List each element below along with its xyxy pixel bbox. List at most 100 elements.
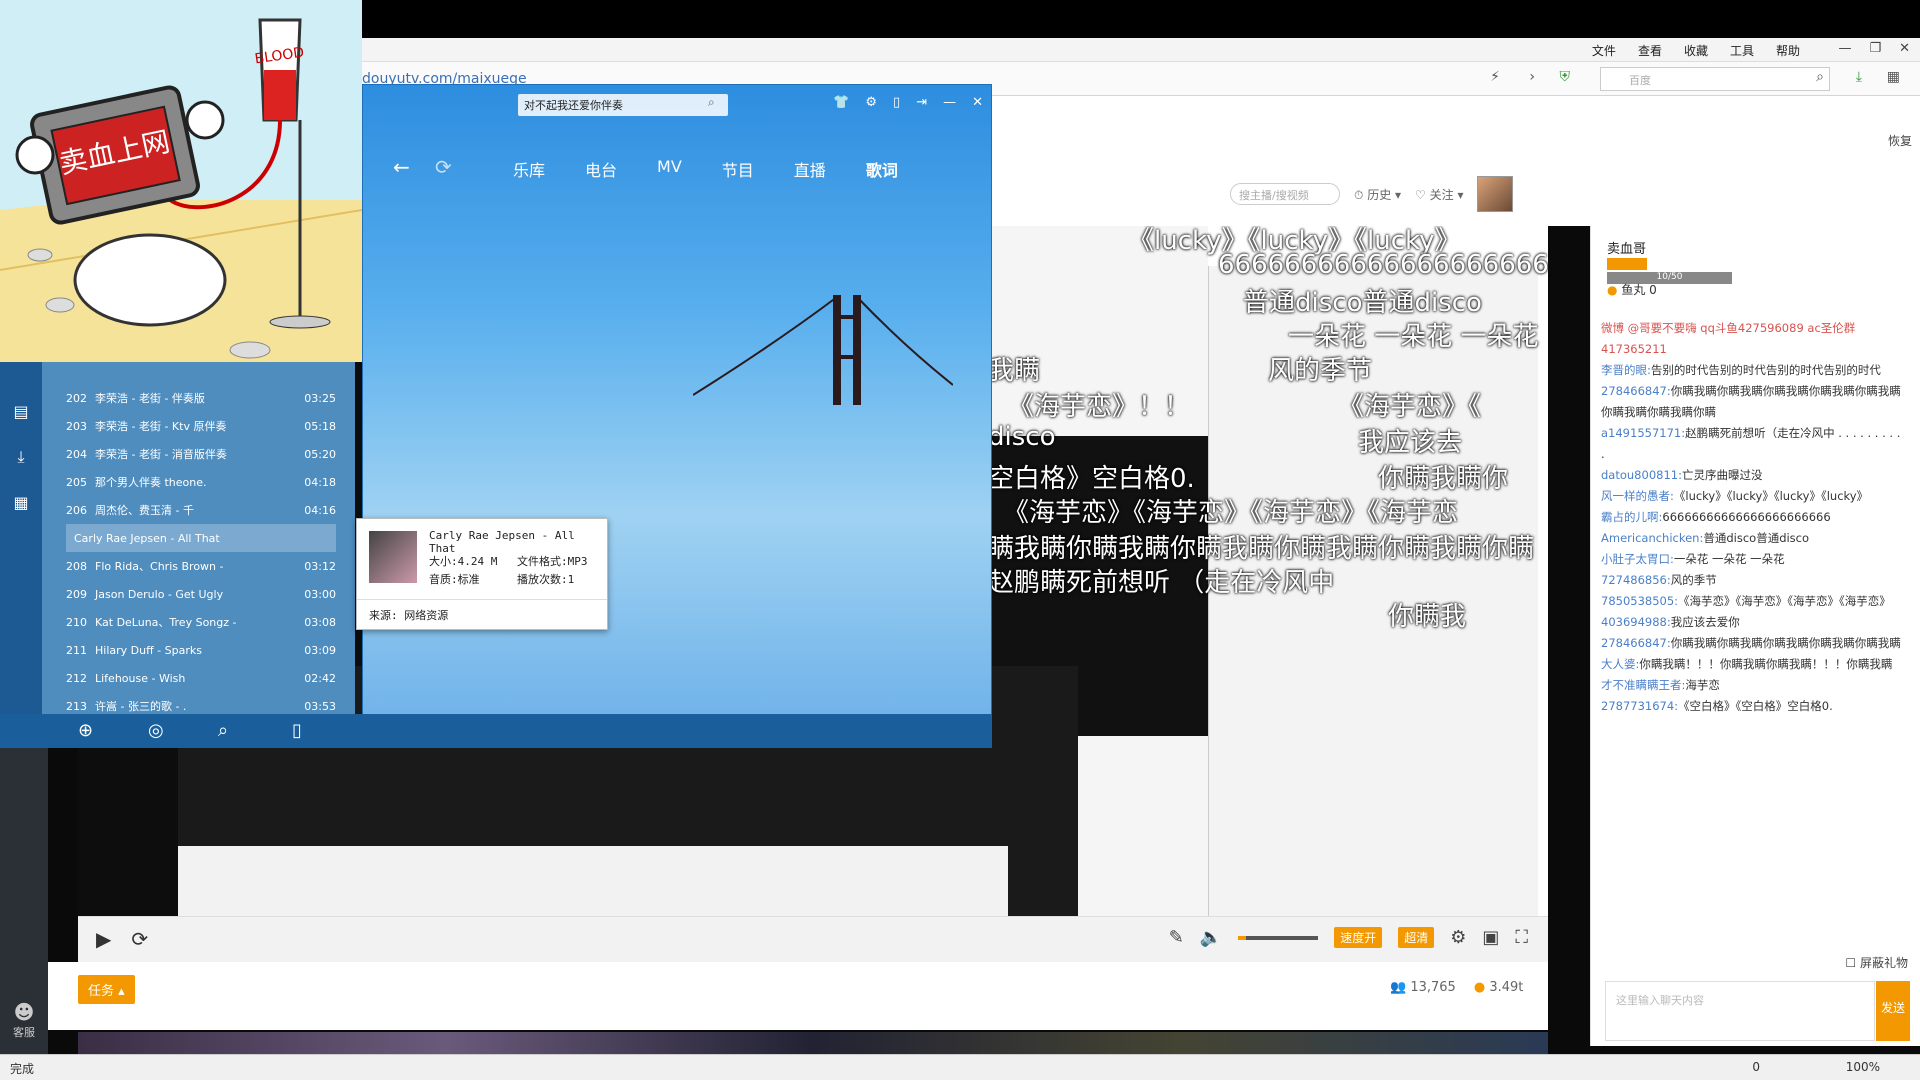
- calendar-icon[interactable]: ▤: [0, 402, 42, 421]
- download-icon[interactable]: ⤓: [1856, 69, 1862, 85]
- chat-message: Americanchicken:普通disco普通disco: [1601, 528, 1901, 549]
- chat-username[interactable]: 风一样的愚者:: [1601, 489, 1674, 503]
- track-duration: 03:08: [304, 615, 336, 629]
- back-arrow-icon[interactable]: ←: [393, 155, 410, 179]
- playlist-row[interactable]: 204 李荣浩 - 老街 - 消音版伴奏 05:20: [66, 440, 336, 468]
- search-icon[interactable]: ⌕: [218, 720, 228, 741]
- chat-username[interactable]: 7850538505:: [1601, 594, 1678, 608]
- chat-message: a1491557171:赵鹏瞒死前想听（走在冷风中 . . . . . . . …: [1601, 423, 1901, 465]
- window-icon[interactable]: ▣: [1482, 927, 1499, 948]
- search-icon[interactable]: ⌕: [1816, 69, 1824, 85]
- apps-icon[interactable]: ▦: [1887, 69, 1900, 85]
- menu-view[interactable]: 查看: [1638, 42, 1662, 59]
- chat-username[interactable]: 霸占的儿啊:: [1601, 510, 1662, 524]
- chat-message: 278466847:你瞒我瞒你瞒我瞒你瞒我瞒你瞒我瞒你瞒我瞒: [1601, 633, 1901, 654]
- chat-panel: 卖血哥 10/50 ● 鱼丸 0 微博 @哥要不要嗨 qq斗鱼427596089…: [1590, 226, 1920, 1046]
- volume-slider[interactable]: [1238, 935, 1319, 940]
- tab-lyrics[interactable]: 歌词: [866, 157, 898, 181]
- close-icon[interactable]: ✕: [1899, 41, 1910, 56]
- chat-username[interactable]: 小肚子太胃口:: [1601, 552, 1674, 566]
- grid-icon[interactable]: ▦: [0, 493, 42, 512]
- speed-toggle[interactable]: 速度开: [1334, 927, 1383, 948]
- chat-username[interactable]: a1491557171:: [1601, 426, 1685, 440]
- chat-text: 你瞒我瞒你瞒我瞒你瞒我瞒你瞒我瞒你瞒我瞒: [1670, 636, 1901, 650]
- chat-username[interactable]: 278466847:: [1601, 636, 1671, 650]
- maximize-icon[interactable]: ❐: [1869, 41, 1881, 56]
- minimize-icon[interactable]: —: [943, 95, 956, 110]
- chat-username[interactable]: Americanchicken:: [1601, 531, 1703, 545]
- tab-radio[interactable]: 电台: [585, 157, 617, 181]
- playlist-row[interactable]: 209 Jason Derulo - Get Ugly 03:00: [66, 580, 336, 608]
- edit-icon[interactable]: ✎: [1169, 927, 1184, 948]
- send-button[interactable]: 发送: [1876, 981, 1910, 1041]
- close-icon[interactable]: ✕: [972, 95, 983, 110]
- task-button[interactable]: 任务 ▴: [78, 975, 135, 1004]
- menu-help[interactable]: 帮助: [1776, 42, 1800, 59]
- chat-username[interactable]: datou800811:: [1601, 468, 1682, 482]
- playlist-row[interactable]: 211 Hilary Duff - Sparks 03:09: [66, 636, 336, 664]
- chat-message: 微博 @哥要不要嗨 qq斗鱼427596089 ac圣伦群 417365211: [1601, 318, 1901, 360]
- chat-username[interactable]: 278466847:: [1601, 384, 1671, 398]
- danmu: 《海芋恋》《: [1338, 392, 1482, 422]
- follow-button[interactable]: ♡ 关注 ▾: [1415, 186, 1463, 203]
- add-icon[interactable]: ⊕: [78, 720, 93, 741]
- chat-username[interactable]: 李晋的眼:: [1601, 363, 1651, 377]
- user-avatar[interactable]: [1477, 176, 1514, 212]
- refresh-icon[interactable]: ⟳: [131, 927, 148, 951]
- menu-file[interactable]: 文件: [1592, 42, 1616, 59]
- restore-button[interactable]: 恢复: [1888, 132, 1912, 149]
- playlist-row[interactable]: Carly Rae Jepsen - All That: [66, 524, 336, 552]
- chat-username[interactable]: 大人婆:: [1601, 657, 1639, 671]
- mute-icon[interactable]: 🔈: [1200, 927, 1222, 948]
- gear-icon[interactable]: ⚙: [865, 95, 877, 110]
- lightning-icon[interactable]: ⚡: [1490, 69, 1500, 85]
- tab-shows[interactable]: 节目: [722, 157, 754, 181]
- chat-messages[interactable]: 微博 @哥要不要嗨 qq斗鱼427596089 ac圣伦群 417365211 李…: [1601, 318, 1901, 717]
- mini-mode-icon[interactable]: ⇥: [916, 95, 927, 110]
- block-gift-checkbox[interactable]: ☐ 屏蔽礼物: [1845, 954, 1908, 971]
- refresh-icon[interactable]: ⟳: [435, 155, 452, 179]
- song-quality: 音质:标准: [429, 573, 480, 586]
- bottom-banner-image[interactable]: [78, 1032, 1548, 1054]
- shield-icon[interactable]: ⛨: [1560, 69, 1571, 85]
- browser-search-input[interactable]: 百度: [1600, 67, 1830, 91]
- mobile-icon[interactable]: ▯: [893, 95, 900, 110]
- chat-username[interactable]: 才不准瞒瞒王者:: [1601, 678, 1685, 692]
- chat-username[interactable]: 2787731674:: [1601, 699, 1678, 713]
- danmu: 风的季节: [1268, 356, 1373, 386]
- menu-favorites[interactable]: 收藏: [1684, 42, 1708, 59]
- tab-mv[interactable]: MV: [657, 157, 682, 181]
- tab-live[interactable]: 直播: [794, 157, 826, 181]
- fullscreen-icon[interactable]: ⛶: [1515, 927, 1528, 948]
- playlist-row[interactable]: 203 李荣浩 - 老街 - Ktv 原伴奏 05:18: [66, 412, 336, 440]
- chat-input[interactable]: 这里输入聊天内容: [1605, 981, 1875, 1041]
- quality-button[interactable]: 超清: [1398, 927, 1435, 948]
- playlist-row[interactable]: 206 周杰伦、费玉清 - 千 04:16: [66, 496, 336, 524]
- playlist-row[interactable]: 205 那个男人伴奏 theone. 04:18: [66, 468, 336, 496]
- chat-username[interactable]: 微博 @哥要不要嗨 qq斗鱼427596089 ac圣伦群 417365211: [1601, 321, 1855, 356]
- playlist-row[interactable]: 202 李荣浩 - 老街 - 伴奏版 03:25: [66, 384, 336, 412]
- chat-username[interactable]: 403694988:: [1601, 615, 1671, 629]
- chevron-right-icon[interactable]: ›: [1529, 69, 1535, 85]
- skin-icon[interactable]: 👕: [833, 95, 849, 110]
- customer-service-button[interactable]: ☻ 客服: [8, 1000, 40, 1040]
- playlist-title: 206 周杰伦、费玉清 - 千: [66, 502, 194, 518]
- site-search-input[interactable]: 搜主播/搜视频: [1230, 183, 1340, 205]
- playlist-row[interactable]: 210 Kat DeLuna、Trey Songz - 03:08: [66, 608, 336, 636]
- minimize-icon[interactable]: —: [1838, 41, 1851, 56]
- play-icon[interactable]: ▶: [96, 927, 111, 951]
- music-search-input[interactable]: 对不起我还爱你伴奏: [518, 94, 728, 116]
- history-button[interactable]: ⏱ 历史 ▾: [1354, 186, 1401, 203]
- menu-tools[interactable]: 工具: [1730, 42, 1754, 59]
- locate-icon[interactable]: ◎: [148, 720, 164, 741]
- search-icon[interactable]: ⌕: [708, 95, 715, 110]
- download-icon[interactable]: ⤓: [0, 447, 42, 467]
- gear-icon[interactable]: ⚙: [1450, 927, 1466, 948]
- track-duration: 03:25: [304, 391, 336, 405]
- chat-username[interactable]: 727486856:: [1601, 573, 1671, 587]
- playlist-row[interactable]: 208 Flo Rida、Chris Brown - 03:12: [66, 552, 336, 580]
- zoom-level[interactable]: 100%: [1846, 1060, 1880, 1074]
- playlist-row[interactable]: 212 Lifehouse - Wish 02:42: [66, 664, 336, 692]
- mobile-icon[interactable]: ▯: [292, 720, 302, 741]
- tab-library[interactable]: 乐库: [513, 157, 545, 181]
